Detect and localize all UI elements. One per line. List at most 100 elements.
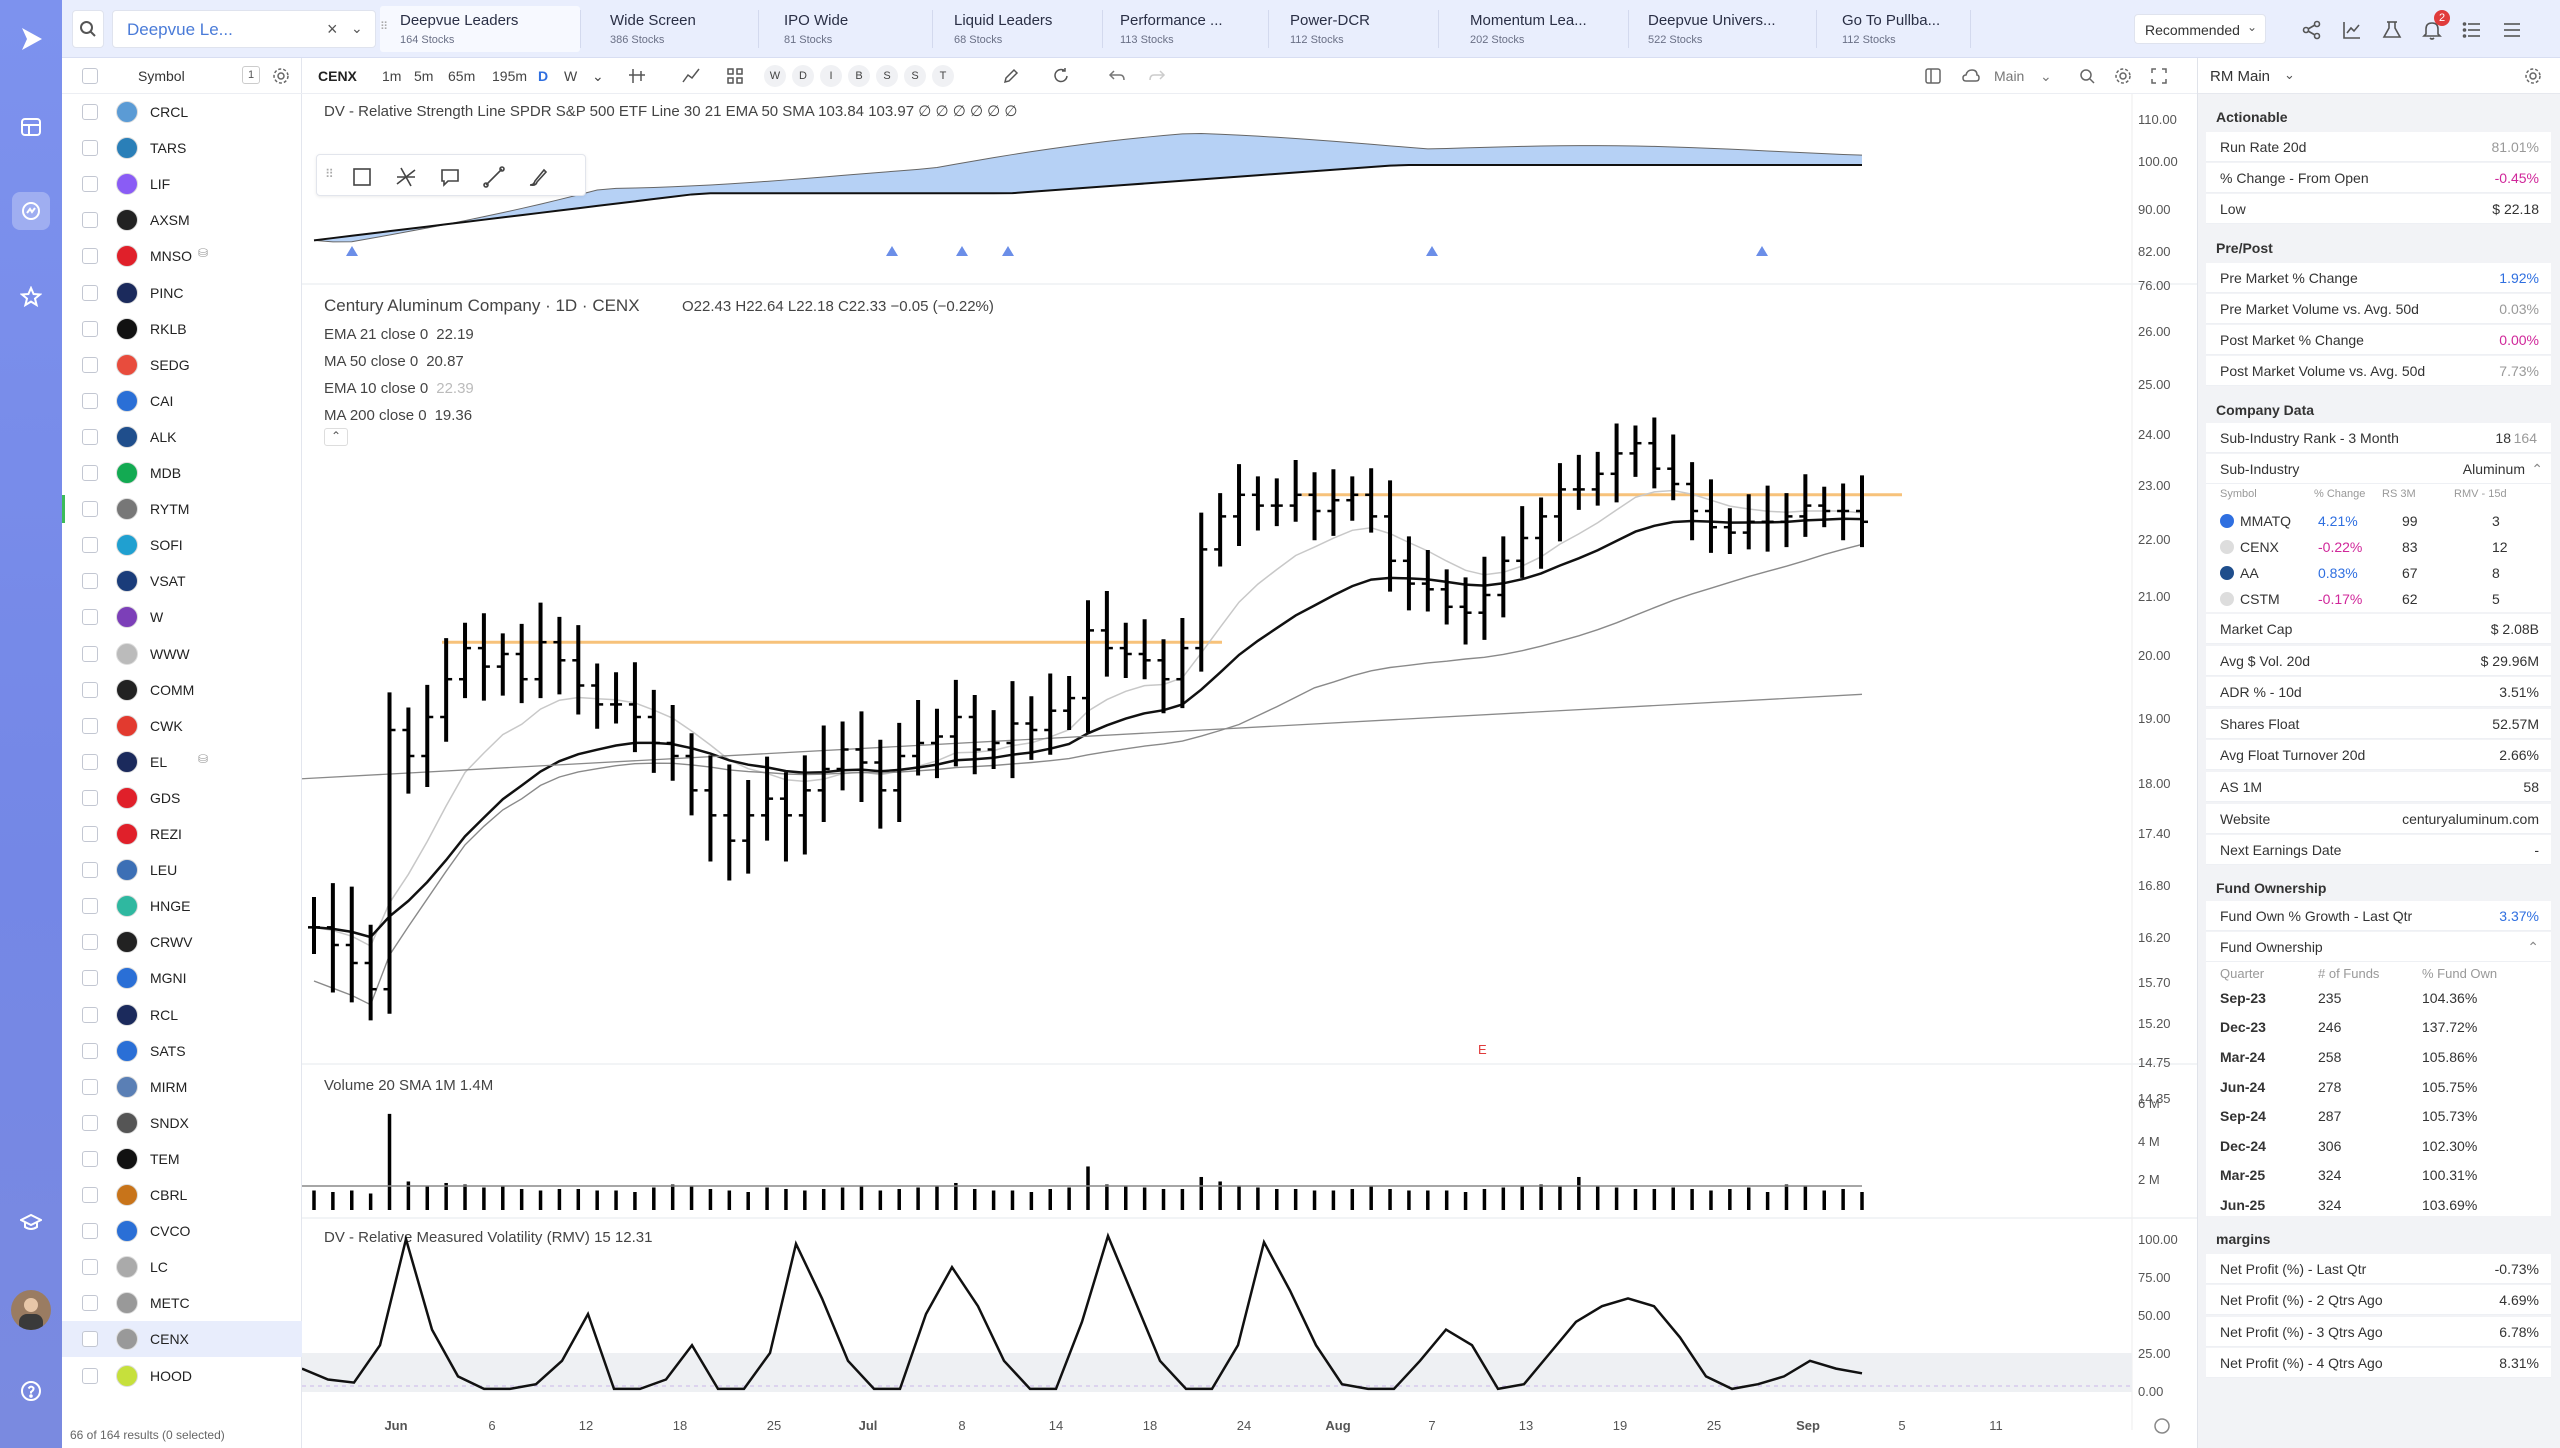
chevron-up-icon[interactable]: ⌃ [2527, 939, 2539, 956]
ohlc-bar[interactable] [402, 707, 415, 794]
undo-icon[interactable] [1108, 67, 1126, 85]
ohlc-bar[interactable] [553, 616, 566, 695]
ohlc-bar[interactable] [1818, 486, 1831, 528]
watchlist-row[interactable]: CBRL [62, 1177, 302, 1213]
ohlc-bar[interactable] [930, 708, 943, 779]
symbol-input[interactable]: CENX [318, 68, 357, 84]
ohlc-bar[interactable] [515, 623, 528, 704]
collapse-legend-button[interactable]: ⌃ [324, 428, 348, 446]
watchlist-row[interactable]: TARS [62, 130, 302, 166]
interval-button[interactable]: W [564, 68, 577, 84]
period-button[interactable]: I [820, 65, 842, 87]
chevron-down-icon[interactable]: ⌄ [351, 20, 363, 37]
watchlist-row[interactable]: RKLB [62, 311, 302, 347]
ohlc-bar[interactable] [1270, 478, 1283, 527]
ohlc-bar[interactable] [685, 733, 698, 816]
ohlc-bar[interactable] [987, 710, 1000, 769]
ohlc-bar[interactable] [723, 764, 736, 881]
watchlist-row[interactable]: VSAT [62, 563, 302, 599]
row-checkbox[interactable] [82, 248, 98, 265]
ohlc-bar[interactable] [610, 672, 623, 724]
screen-tab[interactable]: Liquid Leaders 68 Stocks [942, 6, 1102, 52]
watchlist-row[interactable]: SNDX [62, 1105, 302, 1141]
row-checkbox[interactable] [82, 826, 98, 842]
row-checkbox[interactable] [82, 789, 98, 806]
ohlc-bar[interactable] [1327, 469, 1340, 536]
comment-tool-icon[interactable] [439, 166, 461, 188]
watchlist-row[interactable]: CRWV [62, 924, 302, 960]
ohlc-bar[interactable] [704, 755, 717, 862]
watchlist-row[interactable]: RCL [62, 997, 302, 1033]
ohlc-bar[interactable] [1648, 417, 1661, 489]
screen-tab[interactable]: Go To Pullba... 112 Stocks [1830, 6, 1970, 52]
ohlc-bar[interactable] [1082, 600, 1094, 733]
star-icon[interactable] [12, 278, 50, 316]
ohlc-bar[interactable] [1629, 425, 1642, 477]
watchlist-row[interactable]: MGNI [62, 960, 302, 996]
interval-button[interactable]: 1m [382, 68, 401, 84]
watchlist-row[interactable]: CAI [62, 383, 302, 419]
ohlc-bar[interactable] [308, 897, 320, 954]
chart-svg[interactable]: DV - Relative Strength Line SPDR S&P 500… [301, 94, 2197, 1448]
ma200-line[interactable] [301, 693, 1863, 780]
row-checkbox[interactable] [82, 1295, 98, 1312]
section-header[interactable]: Actionable [2206, 102, 2551, 132]
watchlist-row[interactable]: GDS [62, 780, 302, 816]
row-checkbox[interactable] [82, 501, 98, 518]
watchlist-row[interactable]: METC [62, 1285, 302, 1321]
share-icon[interactable] [2302, 20, 2322, 40]
watchlist-row[interactable]: LC [62, 1249, 302, 1285]
watchlist-row[interactable]: SEDG [62, 347, 302, 383]
drag-handle-icon[interactable]: ⠿ [325, 167, 334, 181]
watchlist-row[interactable]: HOOD [62, 1358, 302, 1394]
select-all-checkbox[interactable] [82, 68, 98, 84]
peer-row[interactable]: MMATQ 4.21% 99 3 [2206, 508, 2551, 534]
list-icon[interactable] [2462, 20, 2482, 40]
metric-row[interactable]: Fund Ownership ⌃ [2206, 931, 2551, 962]
metric-row[interactable]: Sub-Industry Aluminum ⌃ [2206, 454, 2551, 484]
ohlc-bar[interactable] [742, 780, 755, 874]
peer-row[interactable]: AA 0.83% 67 8 [2206, 560, 2551, 586]
interval-button[interactable]: D [538, 68, 548, 84]
ohlc-bar[interactable] [1780, 493, 1793, 548]
screen-tab[interactable]: IPO Wide 81 Stocks [772, 6, 932, 52]
layout-select[interactable]: RM Main [2210, 68, 2270, 85]
row-checkbox[interactable] [82, 1150, 98, 1167]
watchlist-row[interactable]: LEU [62, 852, 302, 888]
watchlist-row[interactable]: MIRM [62, 1069, 302, 1105]
ohlc-bar[interactable] [1572, 454, 1585, 510]
ohlc-bar[interactable] [798, 755, 811, 855]
row-checkbox[interactable] [82, 1042, 98, 1059]
screen-tab[interactable]: ⠿ Deepvue Leaders 164 Stocks [380, 6, 580, 52]
row-checkbox[interactable] [82, 1078, 98, 1095]
chevron-up-icon[interactable]: ⌃ [2531, 461, 2543, 478]
row-checkbox[interactable] [82, 681, 98, 698]
row-checkbox[interactable] [82, 609, 98, 626]
peer-row[interactable]: CENX -0.22% 83 12 [2206, 534, 2551, 560]
ohlc-bar[interactable] [1365, 468, 1378, 533]
chevron-down-icon[interactable]: ⌄ [2284, 67, 2295, 83]
earnings-marker[interactable]: E [1478, 1042, 1487, 1057]
row-checkbox[interactable] [82, 140, 98, 157]
ohlc-bar[interactable] [1176, 618, 1189, 709]
ohlc-bar[interactable] [779, 772, 792, 862]
ohlc-bar[interactable] [1100, 591, 1113, 677]
row-checkbox[interactable] [82, 934, 98, 951]
layout-icon[interactable] [1924, 67, 1942, 85]
screen-tab[interactable]: Power-DCR 112 Stocks [1278, 6, 1438, 52]
ohlc-bar[interactable] [326, 883, 339, 993]
ohlc-bar[interactable] [1723, 508, 1736, 554]
watchlist-row[interactable]: RYTM [62, 491, 302, 527]
settings-icon[interactable] [272, 67, 290, 85]
zoom-icon[interactable] [2078, 67, 2096, 85]
row-checkbox[interactable] [82, 465, 98, 481]
search-button[interactable] [72, 10, 104, 48]
screen-tab[interactable]: Wide Screen 386 Stocks [598, 6, 758, 52]
menu-icon[interactable] [2502, 20, 2522, 40]
ohlc-bar[interactable] [968, 694, 981, 775]
layout-grid-icon[interactable] [726, 67, 744, 85]
gear-icon[interactable] [2524, 67, 2542, 85]
ohlc-bar[interactable] [1837, 483, 1850, 541]
redo-icon[interactable] [1148, 67, 1166, 85]
section-header[interactable]: Fund Ownership [2206, 872, 2551, 903]
